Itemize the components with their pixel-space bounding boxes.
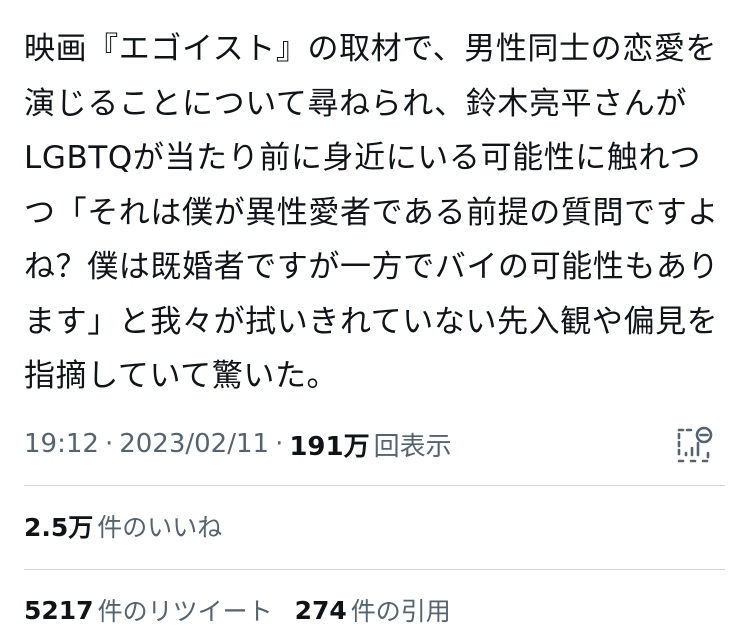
meta-separator: · <box>104 429 114 459</box>
quotes-label[interactable]: 件の引用 <box>351 592 451 628</box>
tweet-time[interactable]: 19:12 <box>24 429 99 459</box>
likes-count: 2.5万 <box>24 513 94 542</box>
retweets-count[interactable]: 5217 <box>24 596 94 625</box>
tweet-text-line: 映画『エゴイスト』の取材で、男性同士の恋愛を <box>24 31 718 67</box>
tweet-date[interactable]: 2023/02/11 <box>119 429 269 459</box>
quotes-count[interactable]: 274 <box>295 596 347 625</box>
divider <box>24 485 725 486</box>
tweet-text-line: 指摘していて驚いた。 <box>24 358 339 394</box>
retweet-quote-stats: 5217 件のリツイート 274 件の引用 <box>24 586 451 634</box>
views-count: 191万 <box>289 431 370 462</box>
meta-separator: · <box>275 429 284 459</box>
analytics-icon[interactable] <box>675 424 713 464</box>
likes-stat[interactable]: 2.5万 件のいいね <box>24 502 222 550</box>
retweets-label[interactable]: 件のリツイート <box>98 592 273 628</box>
tweet-text-line: 演じることについて尋ねられ、鈴木亮平さんが <box>24 85 687 122</box>
likes-label: 件のいいね <box>97 513 223 542</box>
tweet-text: 映画『エゴイスト』の取材で、男性同士の恋愛を 演じることについて尋ねられ、鈴木亮… <box>24 22 729 404</box>
tweet-text-line: LGBTQが当たり前に身近にいる可能性に触れつ <box>24 140 702 176</box>
tweet-text-line: ます」と我々が拭いきれていない先入観や偏見を <box>24 303 719 340</box>
tweet-text-line: ね？僕は既婚者ですが一方でバイの可能性もあり <box>24 249 720 285</box>
tweet-meta: 19:12 · 2023/02/11 · 191万 回表示 <box>24 418 724 470</box>
divider <box>24 569 725 570</box>
tweet-text-line: つ「それは僕が異性愛者である前提の質問ですよ <box>24 194 719 231</box>
views-label: 回表示 <box>373 431 452 462</box>
